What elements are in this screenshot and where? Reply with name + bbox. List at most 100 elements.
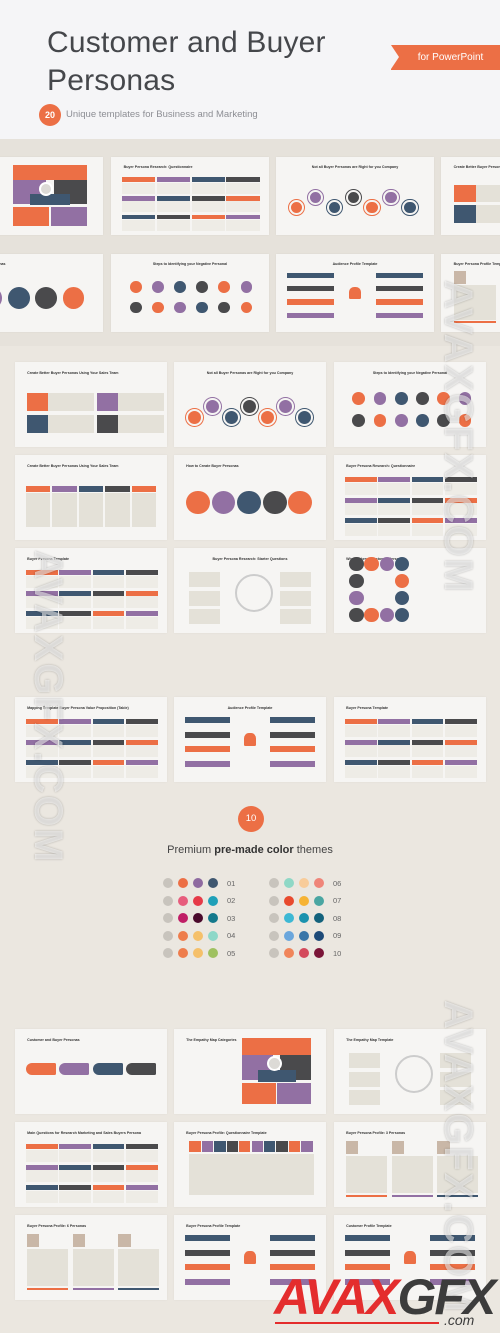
deco-panel-left xyxy=(349,1052,380,1069)
deco-step-dot xyxy=(373,391,387,405)
deco-ring xyxy=(234,573,274,612)
color-swatch xyxy=(269,895,279,906)
color-swatch xyxy=(299,895,309,906)
deco-card xyxy=(346,1156,388,1194)
deco-col-header xyxy=(52,485,77,492)
deco-block xyxy=(97,414,119,434)
deco-table-header xyxy=(226,214,260,220)
deco-table-cell xyxy=(444,745,477,758)
deco-step-dot xyxy=(196,281,208,293)
deco-bubble xyxy=(379,556,395,571)
slide-title: Audience Profile Template xyxy=(227,705,273,710)
deco-underline xyxy=(391,1195,433,1197)
deco-underline xyxy=(27,1288,69,1290)
deco-wave-dot xyxy=(186,408,204,426)
deco-table-cell xyxy=(92,725,125,737)
deco-bubble xyxy=(364,556,379,571)
deco-table-header xyxy=(444,759,477,765)
deco-table-header xyxy=(344,719,377,725)
deco-table-header xyxy=(226,177,260,182)
color-swatch xyxy=(193,913,203,923)
deco-table-cell xyxy=(378,503,410,516)
deco-table-cell xyxy=(156,201,190,213)
deco-table-cell xyxy=(59,1190,91,1203)
deco-table-cell xyxy=(378,523,410,536)
deco-wave-dot xyxy=(288,199,305,216)
deco-table-cell xyxy=(125,745,158,758)
deco-col-body xyxy=(105,493,130,528)
deco-table-header xyxy=(156,196,190,201)
color-swatch xyxy=(269,913,279,923)
deco-table-cell xyxy=(25,1150,58,1162)
deco-step-dot xyxy=(240,281,253,293)
strip-slide: Steps to Identifying your Negative Perso… xyxy=(111,254,269,332)
deco-panel xyxy=(118,392,164,412)
deco-wave-dot xyxy=(326,199,343,216)
deco-table-cell xyxy=(444,725,477,737)
deco-quad-br xyxy=(277,1083,311,1104)
deco-table-header xyxy=(59,1144,91,1150)
deco-tile xyxy=(251,1140,263,1152)
deco-table-cell xyxy=(92,1170,125,1183)
slide-preview: Buyer Persona Research: Starter Question… xyxy=(174,548,326,633)
slide-title: Buyer Persona Profile Template xyxy=(453,261,500,266)
color-swatch xyxy=(208,878,218,888)
theme-count-badge: 10 xyxy=(238,806,264,832)
deco-ring xyxy=(394,1054,434,1093)
deco-circle xyxy=(35,286,58,309)
color-swatch xyxy=(163,948,173,958)
deco-table-cell xyxy=(25,1170,58,1183)
slide-preview: Audience Profile Template xyxy=(174,697,326,782)
person-icon xyxy=(243,1250,257,1265)
deco-photo xyxy=(27,1233,40,1248)
slide-title: Create Better Buyer Personas Using Your … xyxy=(27,370,119,375)
color-swatch xyxy=(299,930,309,941)
deco-panel xyxy=(118,414,164,434)
deco-table-header xyxy=(191,196,225,201)
deco-bar-right xyxy=(269,717,316,724)
deco-table-cell xyxy=(92,1190,125,1203)
color-swatch xyxy=(314,895,324,906)
deco-bubble xyxy=(379,607,395,622)
deco-step-dot xyxy=(352,413,365,427)
color-swatch xyxy=(269,948,279,958)
deco-wave-dot xyxy=(295,408,313,426)
color-swatch xyxy=(178,878,188,888)
deco-table-cell xyxy=(92,745,125,758)
deco-bubble xyxy=(349,556,364,571)
strip-slide: How to Create Buyer Personas xyxy=(0,254,103,332)
deco-table-cell xyxy=(226,220,260,232)
deco-table-header xyxy=(378,719,410,725)
deco-bar-left xyxy=(184,1235,231,1242)
deco-step-dot xyxy=(218,281,231,293)
watermark-vertical-1: AVAXGFX.COM xyxy=(436,280,480,594)
color-swatch xyxy=(299,878,309,888)
slide-title: Create Better Buyer Personas Using Your … xyxy=(27,463,119,468)
color-swatch xyxy=(314,930,324,941)
deco-step-dot xyxy=(416,413,429,427)
deco-quad-mid xyxy=(257,1069,296,1082)
deco-table-header xyxy=(92,759,125,765)
color-swatch xyxy=(193,930,203,941)
theme-row: 02 xyxy=(163,895,235,907)
deco-table-cell xyxy=(444,765,477,778)
deco-table-header xyxy=(125,570,158,576)
deco-circle xyxy=(186,490,210,515)
deco-step-dot xyxy=(152,301,164,314)
deco-table-cell xyxy=(125,1190,158,1203)
person-icon xyxy=(348,286,362,300)
deco-circle xyxy=(237,490,262,515)
deco-col-body xyxy=(78,493,104,528)
deco-table-cell xyxy=(92,576,125,588)
deco-table-header xyxy=(92,610,125,616)
deco-table-cell xyxy=(156,182,190,194)
deco-bar-right xyxy=(269,731,316,738)
deco-tile xyxy=(288,1140,301,1152)
deco-panel-left xyxy=(189,590,220,606)
deco-bar-left xyxy=(287,299,335,305)
theme-row: 09 xyxy=(269,930,341,942)
theme-row: 01 xyxy=(163,877,235,889)
platform-ribbon: for PowerPoint xyxy=(391,45,500,70)
deco-table-header xyxy=(191,177,225,182)
deco-table-header xyxy=(344,739,377,745)
